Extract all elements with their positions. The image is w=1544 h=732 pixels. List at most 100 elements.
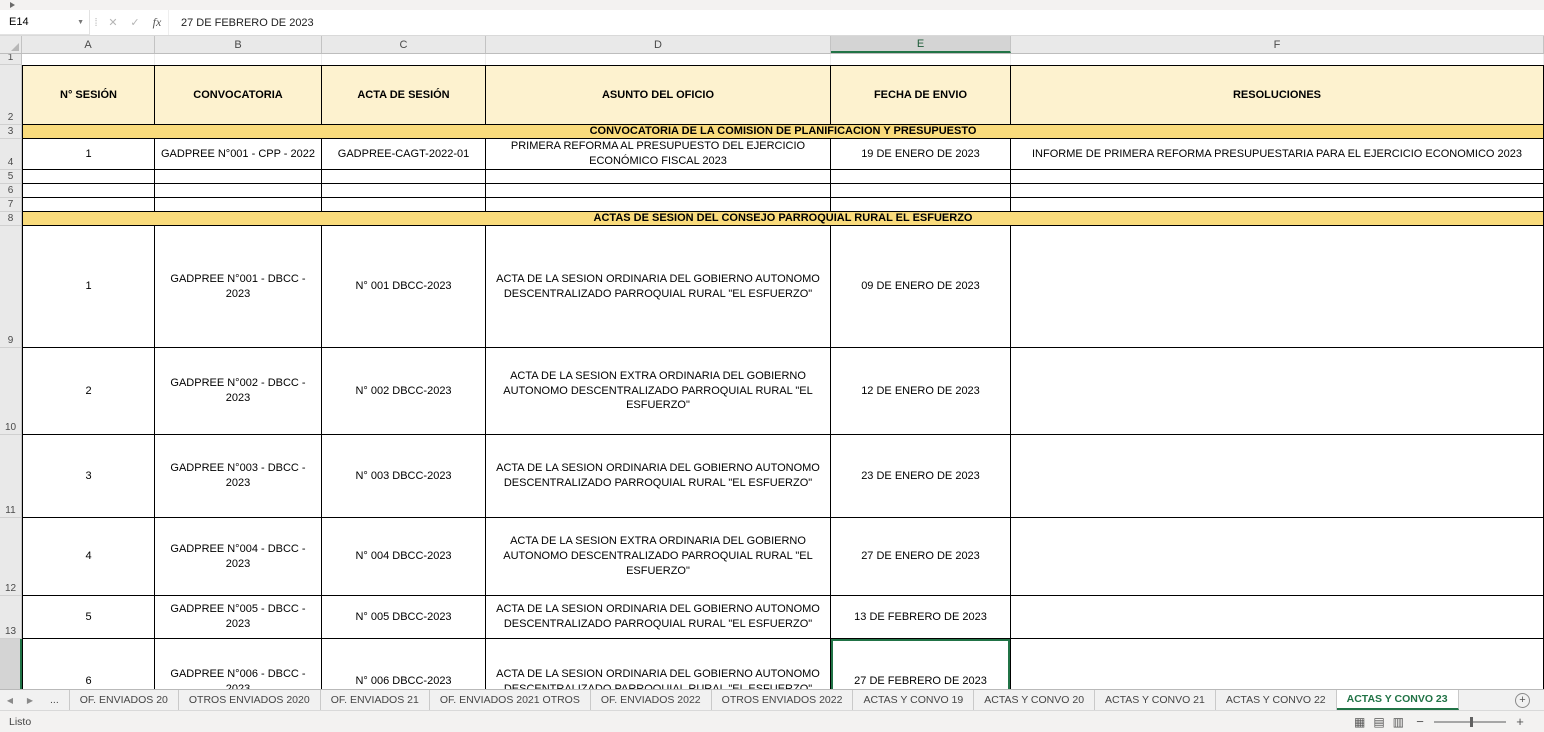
cell-A4[interactable]: 1: [22, 139, 155, 170]
cell-C13[interactable]: N° 005 DBCC-2023: [322, 596, 486, 639]
cell-B6[interactable]: [155, 184, 322, 198]
cell-F9[interactable]: [1011, 226, 1544, 348]
cell-D12[interactable]: ACTA DE LA SESION EXTRA ORDINARIA DEL GO…: [486, 518, 831, 596]
cell-C7[interactable]: [322, 198, 486, 212]
select-all-corner[interactable]: [0, 36, 22, 53]
row-header-13[interactable]: 13: [0, 596, 22, 639]
cell-F1[interactable]: [1011, 54, 1544, 65]
cell-C12[interactable]: N° 004 DBCC-2023: [322, 518, 486, 596]
sheet-tab-actas-y-convo-20[interactable]: ACTAS Y CONVO 20: [974, 690, 1095, 710]
sheet-tab-actas-y-convo-21[interactable]: ACTAS Y CONVO 21: [1095, 690, 1216, 710]
row-header-12[interactable]: 12: [0, 518, 22, 596]
cell-F11[interactable]: [1011, 435, 1544, 518]
cell-D10[interactable]: ACTA DE LA SESION EXTRA ORDINARIA DEL GO…: [486, 348, 831, 435]
sheet-tab-actas-y-convo-23-active[interactable]: ACTAS Y CONVO 23: [1337, 690, 1459, 710]
cell-E4[interactable]: 19 DE ENERO DE 2023: [831, 139, 1011, 170]
cell-E1[interactable]: [831, 54, 1011, 65]
cell-D5[interactable]: [486, 170, 831, 184]
row-header-14[interactable]: 14: [0, 639, 22, 689]
cell-F13[interactable]: [1011, 596, 1544, 639]
cell-E5[interactable]: [831, 170, 1011, 184]
zoom-slider-thumb[interactable]: [1470, 717, 1473, 727]
sheet-tab-otros-enviados-2020[interactable]: OTROS ENVIADOS 2020: [179, 690, 321, 710]
cell-B12[interactable]: GADPREE N°004 - DBCC - 2023: [155, 518, 322, 596]
cell-B4[interactable]: GADPREE N°001 - CPP - 2022: [155, 139, 322, 170]
zoom-in-icon[interactable]: +: [1514, 714, 1526, 729]
cell-B14[interactable]: GADPREE N°006 - DBCC - 2023: [155, 639, 322, 689]
tab-scroll-right-icon[interactable]: ▶: [20, 690, 40, 710]
cell-A10[interactable]: 2: [22, 348, 155, 435]
tab-overflow-button[interactable]: ...: [40, 690, 70, 710]
cell-C1[interactable]: [322, 54, 486, 65]
row-header-6[interactable]: 6: [0, 184, 22, 198]
ribbon-expand-icon[interactable]: [10, 2, 15, 8]
cell-D2-header[interactable]: ASUNTO DEL OFICIO: [486, 65, 831, 125]
cell-E6[interactable]: [831, 184, 1011, 198]
cell-C6[interactable]: [322, 184, 486, 198]
cell-D14[interactable]: ACTA DE LA SESION ORDINARIA DEL GOBIERNO…: [486, 639, 831, 689]
cell-E13[interactable]: 13 DE FEBRERO DE 2023: [831, 596, 1011, 639]
sheet-tab-actas-y-convo-22[interactable]: ACTAS Y CONVO 22: [1216, 690, 1337, 710]
cell-A14[interactable]: 6: [22, 639, 155, 689]
page-break-view-icon[interactable]: ▥: [1393, 715, 1404, 729]
cell-F14[interactable]: [1011, 639, 1544, 689]
row-header-8[interactable]: 8: [0, 212, 22, 226]
row-header-3[interactable]: 3: [0, 125, 22, 139]
cell-F5[interactable]: [1011, 170, 1544, 184]
cell-D7[interactable]: [486, 198, 831, 212]
cell-D1[interactable]: [486, 54, 831, 65]
cell-B1[interactable]: [155, 54, 322, 65]
cell-F2-header[interactable]: RESOLUCIONES: [1011, 65, 1544, 125]
cell-A9[interactable]: 1: [22, 226, 155, 348]
column-header-c[interactable]: C: [322, 36, 486, 53]
row-header-10[interactable]: 10: [0, 348, 22, 435]
row-header-7[interactable]: 7: [0, 198, 22, 212]
cell-A6[interactable]: [22, 184, 155, 198]
cell-B2-header[interactable]: CONVOCATORIA: [155, 65, 322, 125]
cell-E7[interactable]: [831, 198, 1011, 212]
normal-view-icon[interactable]: ▦: [1354, 715, 1365, 729]
sheet-tab-of-enviados-21[interactable]: OF. ENVIADOS 21: [321, 690, 430, 710]
new-sheet-icon[interactable]: +: [1515, 693, 1530, 708]
cell-B11[interactable]: GADPREE N°003 - DBCC - 2023: [155, 435, 322, 518]
cell-C4[interactable]: GADPREE-CAGT-2022-01: [322, 139, 486, 170]
cell-A1[interactable]: [22, 54, 155, 65]
cell-E9[interactable]: 09 DE ENERO DE 2023: [831, 226, 1011, 348]
cell-F4[interactable]: INFORME DE PRIMERA REFORMA PRESUPUESTARI…: [1011, 139, 1544, 170]
cell-A8-section-title[interactable]: ACTAS DE SESION DEL CONSEJO PARROQUIAL R…: [22, 212, 1544, 226]
cell-C10[interactable]: N° 002 DBCC-2023: [322, 348, 486, 435]
cell-E14-selected[interactable]: 27 DE FEBRERO DE 2023: [831, 639, 1011, 689]
cell-E11[interactable]: 23 DE ENERO DE 2023: [831, 435, 1011, 518]
page-layout-view-icon[interactable]: ▤: [1373, 715, 1384, 729]
cell-D13[interactable]: ACTA DE LA SESION ORDINARIA DEL GOBIERNO…: [486, 596, 831, 639]
name-box[interactable]: E14 ▼: [0, 10, 90, 35]
enter-icon[interactable]: ✓: [124, 10, 146, 35]
row-header-1[interactable]: 1: [0, 54, 22, 65]
cell-F7[interactable]: [1011, 198, 1544, 212]
row-header-9[interactable]: 9: [0, 226, 22, 348]
formula-input[interactable]: 27 DE FEBRERO DE 2023: [168, 10, 1544, 35]
sheet-tab-actas-y-convo-19[interactable]: ACTAS Y CONVO 19: [853, 690, 974, 710]
row-header-5[interactable]: 5: [0, 170, 22, 184]
cell-C9[interactable]: N° 001 DBCC-2023: [322, 226, 486, 348]
sheet-tab-of-enviados-2021-otros[interactable]: OF. ENVIADOS 2021 OTROS: [430, 690, 591, 710]
column-header-d[interactable]: D: [486, 36, 831, 53]
cancel-icon[interactable]: ✕: [102, 10, 124, 35]
cell-F10[interactable]: [1011, 348, 1544, 435]
column-header-b[interactable]: B: [155, 36, 322, 53]
sheet-tab-of-enviados-2022[interactable]: OF. ENVIADOS 2022: [591, 690, 712, 710]
cell-C5[interactable]: [322, 170, 486, 184]
cell-D4[interactable]: PRIMERA REFORMA AL PRESUPUESTO DEL EJERC…: [486, 139, 831, 170]
cell-B5[interactable]: [155, 170, 322, 184]
cell-A3-section-title[interactable]: CONVOCATORIA DE LA COMISION DE PLANIFICA…: [22, 125, 1544, 139]
cell-A11[interactable]: 3: [22, 435, 155, 518]
zoom-slider[interactable]: [1434, 721, 1506, 723]
cell-E2-header[interactable]: FECHA DE ENVIO: [831, 65, 1011, 125]
cell-A7[interactable]: [22, 198, 155, 212]
cell-B10[interactable]: GADPREE N°002 - DBCC - 2023: [155, 348, 322, 435]
cell-C2-header[interactable]: ACTA DE SESIÓN: [322, 65, 486, 125]
insert-function-icon[interactable]: fx: [146, 10, 168, 35]
cell-F6[interactable]: [1011, 184, 1544, 198]
cell-E10[interactable]: 12 DE ENERO DE 2023: [831, 348, 1011, 435]
cell-C14[interactable]: N° 006 DBCC-2023: [322, 639, 486, 689]
